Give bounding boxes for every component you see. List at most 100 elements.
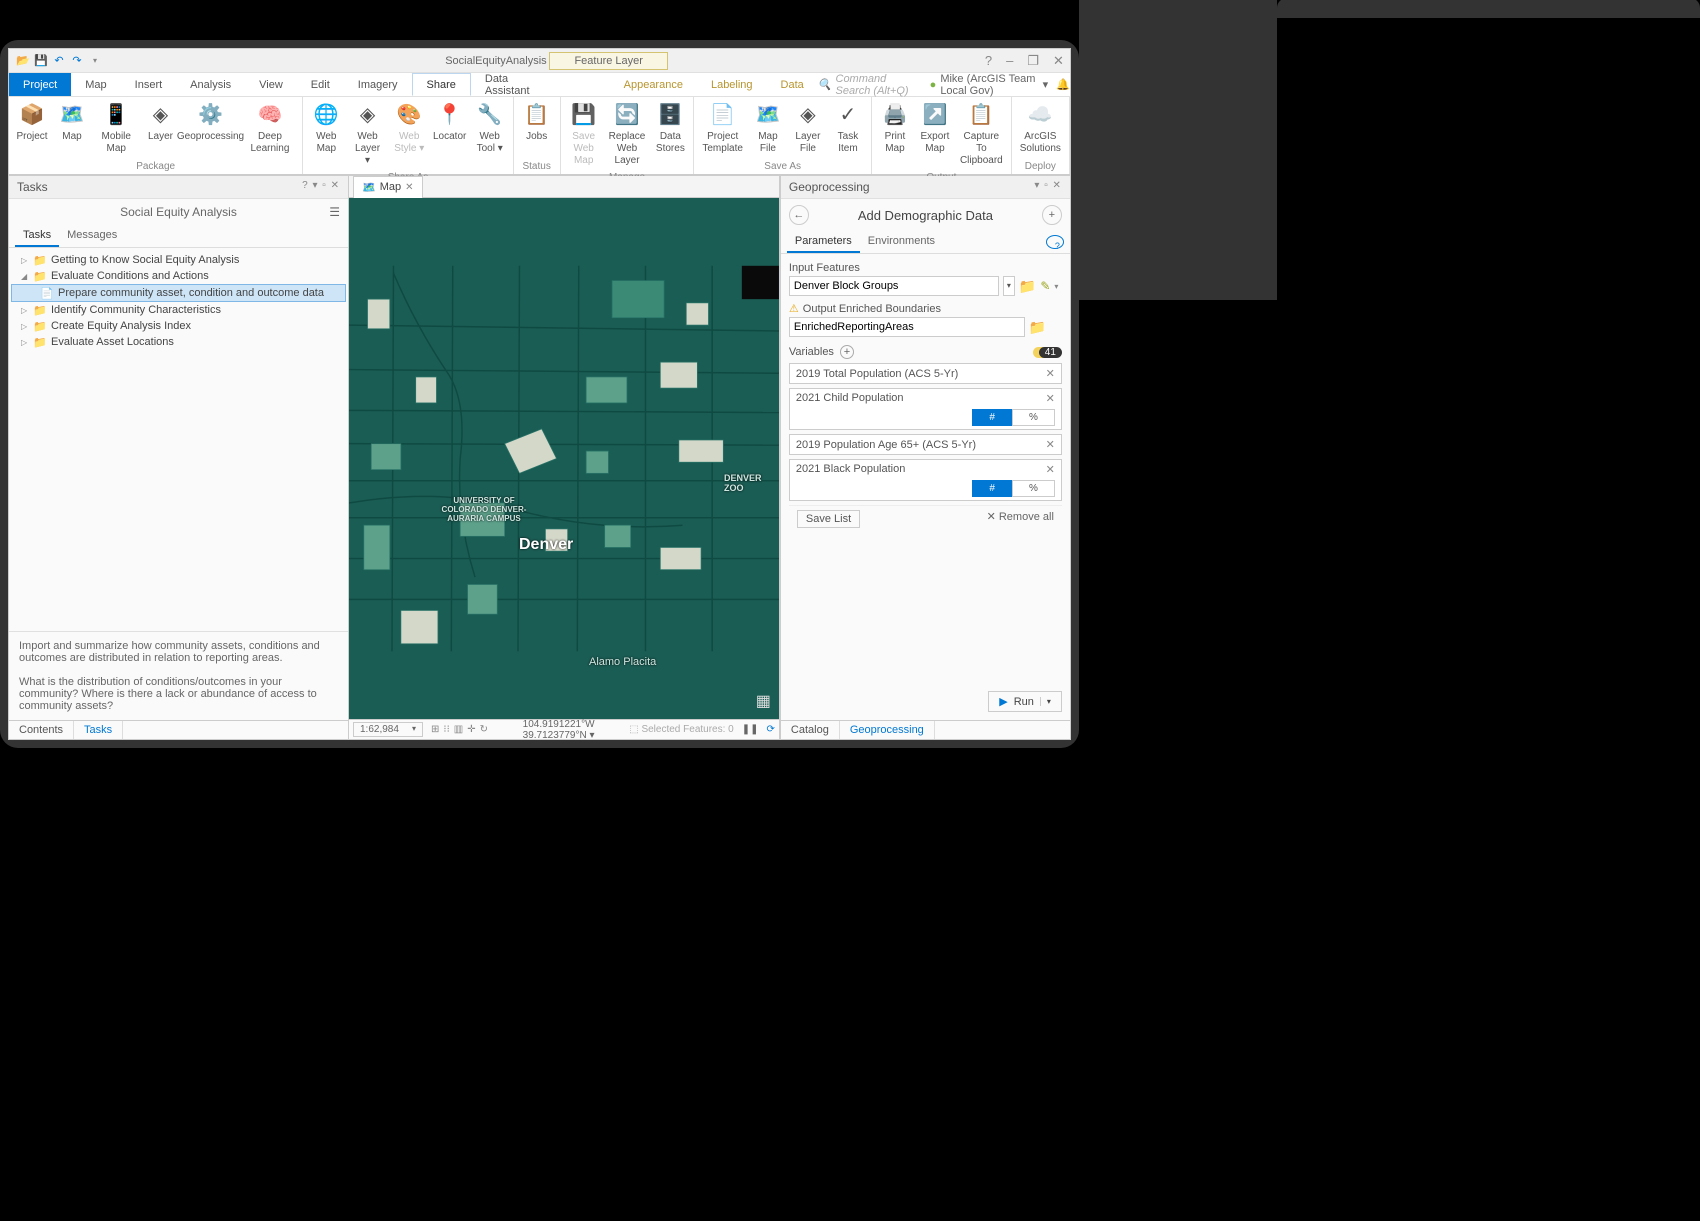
refresh-icon[interactable]: ⟳: [767, 724, 775, 735]
bottom-tab-tasks[interactable]: Tasks: [74, 721, 123, 739]
pkg-map-button[interactable]: 🗺️Map: [53, 99, 91, 158]
project-template-button[interactable]: 📄Project Template: [698, 99, 747, 158]
variable-item[interactable]: 2021 Black Population✕ #%: [789, 459, 1062, 501]
tree-node[interactable]: ▷📁Evaluate Asset Locations: [11, 334, 346, 350]
tab-edit[interactable]: Edit: [297, 73, 344, 96]
variable-item[interactable]: 2019 Total Population (ACS 5-Yr)✕: [789, 363, 1062, 384]
tab-data-assistant[interactable]: Data Assistant: [471, 73, 548, 96]
output-field[interactable]: [789, 317, 1025, 337]
tab-share[interactable]: Share: [412, 73, 471, 96]
notifications-icon[interactable]: 🔔: [1056, 73, 1070, 96]
tab-data[interactable]: Data: [767, 73, 818, 96]
edit-icon[interactable]: ✎: [1040, 279, 1050, 293]
gp-tab-parameters[interactable]: Parameters: [787, 231, 860, 253]
variable-item[interactable]: 2021 Child Population✕ #%: [789, 388, 1062, 430]
input-features-field[interactable]: [789, 276, 999, 296]
tab-map[interactable]: Map: [71, 73, 120, 96]
share-web-tool-button[interactable]: 🔧Web Tool ▾: [471, 99, 509, 169]
jobs-button[interactable]: 📋Jobs: [518, 99, 556, 158]
tab-labeling[interactable]: Labeling: [697, 73, 767, 96]
tab-project[interactable]: Project: [9, 73, 71, 96]
restore-button[interactable]: ❐: [1027, 53, 1039, 69]
tree-node-selected[interactable]: 📄Prepare community asset, condition and …: [11, 284, 346, 302]
format-toggle[interactable]: #%: [972, 409, 1054, 426]
tasks-tab-tasks[interactable]: Tasks: [15, 225, 59, 247]
pkg-geoprocessing-button[interactable]: ⚙️Geoprocessing: [181, 99, 239, 158]
back-button[interactable]: ←: [789, 205, 809, 225]
map-label-denver: Denver: [519, 536, 573, 554]
map-tab[interactable]: 🗺️ Map ✕: [353, 176, 423, 198]
play-icon: ▶: [999, 695, 1007, 708]
user-menu[interactable]: ●Mike (ArcGIS Team Local Gov) ▾: [930, 73, 1057, 96]
layer-file-button[interactable]: ◈Layer File: [789, 99, 827, 158]
share-web-layer-button[interactable]: ◈Web Layer ▾: [347, 99, 387, 169]
datastore-icon: 🗄️: [656, 101, 684, 129]
tasks-tab-messages[interactable]: Messages: [59, 225, 125, 247]
tasks-panel-controls[interactable]: ? ▾ ▫ ✕: [302, 180, 340, 194]
group-label: Package: [9, 160, 302, 174]
task-item-button[interactable]: ✓Task Item: [829, 99, 867, 158]
tab-imagery[interactable]: Imagery: [344, 73, 412, 96]
dropdown-icon[interactable]: ▾: [1003, 276, 1015, 296]
close-tab-icon[interactable]: ✕: [405, 182, 413, 193]
variable-item[interactable]: 2019 Population Age 65+ (ACS 5-Yr)✕: [789, 434, 1062, 455]
remove-icon[interactable]: ✕: [1046, 367, 1055, 380]
tab-view[interactable]: View: [245, 73, 297, 96]
close-button[interactable]: ✕: [1053, 53, 1064, 69]
browse-icon[interactable]: 📁: [1019, 278, 1036, 295]
add-button[interactable]: +: [1042, 205, 1062, 225]
command-search[interactable]: 🔍Command Search (Alt+Q): [818, 73, 930, 96]
tab-insert[interactable]: Insert: [121, 73, 177, 96]
share-web-style-button[interactable]: 🎨Web Style ▾: [390, 99, 429, 169]
map-canvas[interactable]: Denver DENVER ZOO UNIVERSITY OF COLORADO…: [349, 198, 779, 719]
share-locator-button[interactable]: 📍Locator: [431, 99, 469, 169]
tree-node[interactable]: ▷📁Create Equity Analysis Index: [11, 318, 346, 334]
print-map-button[interactable]: 🖨️Print Map: [876, 99, 914, 169]
save-list-button[interactable]: Save List: [797, 510, 860, 528]
pause-icon[interactable]: ❚❚: [742, 724, 759, 735]
gp-tab-environments[interactable]: Environments: [860, 231, 943, 253]
tree-node[interactable]: ◢📁Evaluate Conditions and Actions: [11, 268, 346, 284]
share-web-map-button[interactable]: 🌐Web Map: [307, 99, 345, 169]
browse-icon[interactable]: 📁: [1029, 319, 1046, 336]
add-variable-button[interactable]: +: [840, 345, 854, 359]
bottom-tab-geoprocessing[interactable]: Geoprocessing: [840, 721, 935, 739]
status-tools[interactable]: ⊞⁝⁝▥✛↻: [431, 724, 488, 735]
qat-open-icon[interactable]: 📂: [15, 53, 31, 69]
help-button[interactable]: ?: [985, 53, 992, 69]
qat-undo-icon[interactable]: ↶: [51, 53, 67, 69]
capture-clipboard-button[interactable]: 📋Capture To Clipboard: [956, 99, 1007, 169]
qat-dropdown-icon[interactable]: ▾: [87, 53, 103, 69]
tool-name: Add Demographic Data: [809, 208, 1042, 223]
remove-icon[interactable]: ✕: [1046, 438, 1055, 451]
bottom-tab-contents[interactable]: Contents: [9, 721, 74, 739]
arcgis-solutions-button[interactable]: ☁️ArcGIS Solutions: [1016, 99, 1065, 158]
pkg-project-button[interactable]: 📦Project: [13, 99, 51, 158]
basemap-attribution-icon[interactable]: ▦: [756, 691, 771, 711]
tree-node[interactable]: ▷📁Getting to Know Social Equity Analysis: [11, 252, 346, 268]
save-web-map-button[interactable]: 💾Save Web Map: [565, 99, 603, 169]
bottom-tab-catalog[interactable]: Catalog: [781, 721, 840, 739]
qat-save-icon[interactable]: 💾: [33, 53, 49, 69]
tree-node[interactable]: ▷📁Identify Community Characteristics: [11, 302, 346, 318]
remove-icon[interactable]: ✕: [1046, 463, 1055, 476]
qat-redo-icon[interactable]: ↷: [69, 53, 85, 69]
minimize-button[interactable]: –: [1006, 53, 1013, 69]
pkg-mobile-map-button[interactable]: 📱Mobile Map: [93, 99, 139, 158]
tab-appearance[interactable]: Appearance: [610, 73, 697, 96]
map-file-button[interactable]: 🗺️Map File: [749, 99, 787, 158]
remove-all-button[interactable]: ✕ Remove all: [987, 510, 1054, 528]
scale-input[interactable]: 1:62,984▾: [353, 722, 423, 737]
remove-icon[interactable]: ✕: [1046, 392, 1055, 405]
replace-web-layer-button[interactable]: 🔄Replace Web Layer: [605, 99, 650, 169]
format-toggle[interactable]: #%: [972, 480, 1054, 497]
pkg-layer-button[interactable]: ◈Layer: [141, 99, 179, 158]
pkg-deep-learning-button[interactable]: 🧠Deep Learning: [242, 99, 299, 158]
tasks-menu-icon[interactable]: ☰: [329, 205, 340, 219]
run-button[interactable]: ▶ Run ▾: [988, 691, 1062, 712]
gp-panel-controls[interactable]: ▾ ▫ ✕: [1034, 180, 1062, 194]
tab-analysis[interactable]: Analysis: [176, 73, 245, 96]
export-map-button[interactable]: ↗️Export Map: [916, 99, 954, 169]
help-icon[interactable]: ?: [1046, 235, 1064, 249]
data-stores-button[interactable]: 🗄️Data Stores: [651, 99, 689, 169]
